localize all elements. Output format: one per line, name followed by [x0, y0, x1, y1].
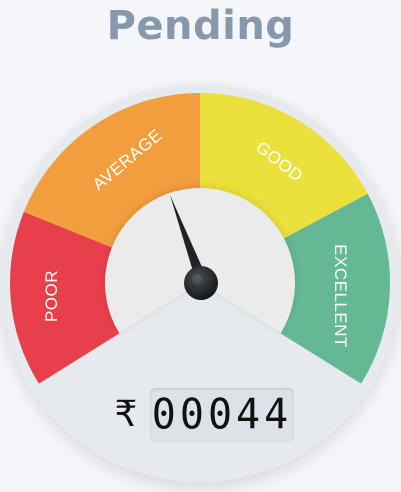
rupee-icon: ₹: [114, 394, 138, 435]
amount-meter: ₹ 00044: [110, 388, 296, 442]
amount-value: 00044: [151, 390, 293, 440]
label-poor: POOR: [42, 270, 61, 322]
score-screen: Pending POOR AVERAGE GOOD EXCELLENT ₹ 00…: [0, 0, 401, 492]
label-excellent: EXCELLENT: [331, 244, 350, 348]
lcd-display: 00044: [150, 388, 294, 442]
